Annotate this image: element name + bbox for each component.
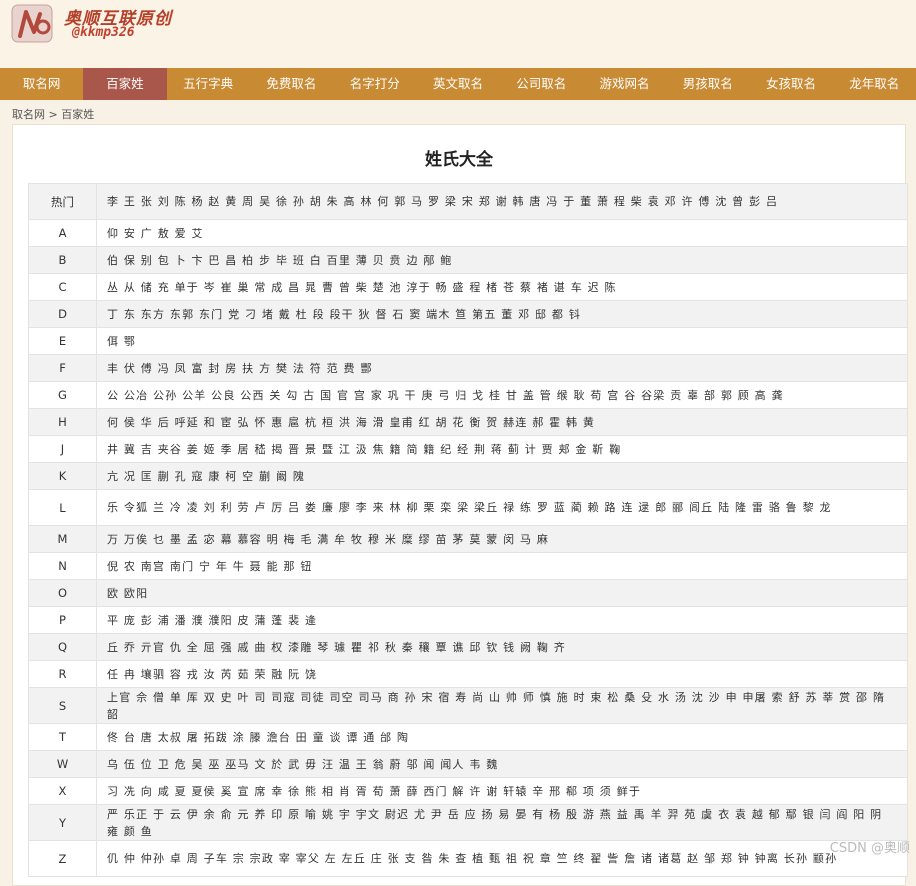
row-letter: J bbox=[28, 435, 97, 463]
table-row: T佟 台 唐 太叔 屠 拓跋 涂 滕 澹台 田 童 谈 谭 通 邰 陶 bbox=[28, 723, 908, 751]
row-letter: Q bbox=[28, 633, 97, 661]
table-row: Z仉 仲 仲孙 卓 周 子车 宗 宗政 宰 宰父 左 左丘 庄 张 支 昝 朱 … bbox=[28, 840, 908, 877]
row-letter: Y bbox=[28, 804, 97, 841]
row-letter: 热门 bbox=[28, 183, 97, 220]
table-row: W乌 伍 位 卫 危 吴 巫 巫马 文 於 武 毋 汪 温 王 翁 蔚 邬 闻 … bbox=[28, 750, 908, 778]
row-letter: H bbox=[28, 408, 97, 436]
table-row: B伯 保 别 包 卜 卞 巴 昌 柏 步 毕 班 白 百里 薄 贝 贲 边 邴 … bbox=[28, 246, 908, 274]
row-surnames[interactable]: 严 乐正 于 云 伊 余 俞 元 养 印 原 喻 姚 宇 宇文 尉迟 尤 尹 岳… bbox=[96, 804, 908, 841]
row-letter: X bbox=[28, 777, 97, 805]
table-row: G公 公冶 公孙 公羊 公良 公西 关 勾 古 国 官 宫 家 巩 干 庚 弓 … bbox=[28, 381, 908, 409]
row-surnames[interactable]: 平 庞 彭 浦 潘 濮 濮阳 皮 蒲 蓬 裴 逄 bbox=[96, 606, 908, 634]
row-surnames[interactable]: 任 冉 壤驷 容 戎 汝 芮 茹 荣 融 阮 饶 bbox=[96, 660, 908, 688]
row-letter: M bbox=[28, 525, 97, 553]
page-title: 姓氏大全 bbox=[425, 150, 493, 170]
table-row: E佴 鄂 bbox=[28, 327, 908, 355]
table-row: H何 侯 华 后 呼延 和 宦 弘 怀 惠 扈 杭 桓 洪 海 滑 皇甫 红 胡… bbox=[28, 408, 908, 436]
row-surnames[interactable]: 丁 东 东方 东郭 东门 党 刁 堵 戴 杜 段 段干 狄 督 石 窦 端木 笪… bbox=[96, 300, 908, 328]
row-surnames[interactable]: 丰 伏 傅 冯 凤 富 封 房 扶 方 樊 法 符 范 费 酆 bbox=[96, 354, 908, 382]
row-letter: Z bbox=[28, 840, 97, 877]
breadcrumb: 取名网 > 百家姓 bbox=[12, 106, 94, 122]
site-header: 奥顺互联原创 @kkmp326 bbox=[0, 0, 916, 68]
table-row: R任 冉 壤驷 容 戎 汝 芮 茹 荣 融 阮 饶 bbox=[28, 660, 908, 688]
row-letter: L bbox=[28, 489, 97, 526]
row-letter: D bbox=[28, 300, 97, 328]
row-letter: A bbox=[28, 219, 97, 247]
row-surnames[interactable]: 丛 从 储 充 单于 岑 崔 巢 常 成 昌 晁 曹 曾 柴 楚 池 淳于 畅 … bbox=[96, 273, 908, 301]
table-row: A仰 安 广 敖 爱 艾 bbox=[28, 219, 908, 247]
row-letter: C bbox=[28, 273, 97, 301]
row-letter: T bbox=[28, 723, 97, 751]
table-row: C丛 从 储 充 单于 岑 崔 巢 常 成 昌 晁 曹 曾 柴 楚 池 淳于 畅… bbox=[28, 273, 908, 301]
row-letter: K bbox=[28, 462, 97, 490]
row-surnames[interactable]: 佟 台 唐 太叔 屠 拓跋 涂 滕 澹台 田 童 谈 谭 通 邰 陶 bbox=[96, 723, 908, 751]
table-row: F丰 伏 傅 冯 凤 富 封 房 扶 方 樊 法 符 范 费 酆 bbox=[28, 354, 908, 382]
row-surnames[interactable]: 公 公冶 公孙 公羊 公良 公西 关 勾 古 国 官 宫 家 巩 干 庚 弓 归… bbox=[96, 381, 908, 409]
row-surnames[interactable]: 丘 乔 亓官 仇 全 屈 强 戚 曲 权 漆雕 琴 璩 瞿 祁 秋 秦 穰 覃 … bbox=[96, 633, 908, 661]
table-row: K亢 况 匡 蒯 孔 寇 康 柯 空 蒯 阚 隗 bbox=[28, 462, 908, 490]
row-letter: W bbox=[28, 750, 97, 778]
table-row: X习 冼 向 咸 夏 夏侯 奚 宣 席 幸 徐 熊 相 肖 胥 荀 萧 薛 西门… bbox=[28, 777, 908, 805]
row-letter: N bbox=[28, 552, 97, 580]
row-surnames[interactable]: 倪 农 南宫 南门 宁 年 牛 聂 能 那 钮 bbox=[96, 552, 908, 580]
table-row: Y严 乐正 于 云 伊 余 俞 元 养 印 原 喻 姚 宇 宇文 尉迟 尤 尹 … bbox=[28, 804, 908, 841]
nav-item-3[interactable]: 免费取名 bbox=[250, 68, 333, 100]
table-row: 热门李 王 张 刘 陈 杨 赵 黄 周 吴 徐 孙 胡 朱 高 林 何 郭 马 … bbox=[28, 183, 908, 220]
table-row: O欧 欧阳 bbox=[28, 579, 908, 607]
row-surnames[interactable]: 亢 况 匡 蒯 孔 寇 康 柯 空 蒯 阚 隗 bbox=[96, 462, 908, 490]
table-row: Q丘 乔 亓官 仇 全 屈 强 戚 曲 权 漆雕 琴 璩 瞿 祁 秋 秦 穰 覃… bbox=[28, 633, 908, 661]
brand-handle: @kkmp326 bbox=[72, 25, 135, 40]
table-row: P平 庞 彭 浦 潘 濮 濮阳 皮 蒲 蓬 裴 逄 bbox=[28, 606, 908, 634]
row-surnames[interactable]: 万 万俟 乜 墨 孟 宓 幕 慕容 明 梅 毛 满 牟 牧 穆 米 糜 缪 苗 … bbox=[96, 525, 908, 553]
surname-table: 热门李 王 张 刘 陈 杨 赵 黄 周 吴 徐 孙 胡 朱 高 林 何 郭 马 … bbox=[28, 183, 908, 877]
row-surnames[interactable]: 李 王 张 刘 陈 杨 赵 黄 周 吴 徐 孙 胡 朱 高 林 何 郭 马 罗 … bbox=[96, 183, 908, 220]
row-letter: G bbox=[28, 381, 97, 409]
breadcrumb-separator: > bbox=[48, 108, 58, 121]
row-surnames[interactable]: 乐 令狐 兰 冷 凌 刘 利 劳 卢 厉 吕 娄 廉 廖 李 来 林 柳 栗 栾… bbox=[96, 489, 908, 526]
row-surnames[interactable]: 欧 欧阳 bbox=[96, 579, 908, 607]
nav-item-7[interactable]: 游戏网名 bbox=[583, 68, 666, 100]
main-nav: 取名网 百家姓 五行字典 免费取名 名字打分 英文取名 公司取名 游戏网名 男孩取名 女孩取名 龙年… bbox=[0, 68, 916, 100]
row-surnames[interactable]: 仉 仲 仲孙 卓 周 子车 宗 宗政 宰 宰父 左 左丘 庄 张 支 昝 朱 查… bbox=[96, 840, 908, 877]
nav-item-6[interactable]: 公司取名 bbox=[500, 68, 583, 100]
nav-item-5[interactable]: 英文取名 bbox=[416, 68, 499, 100]
nav-item-0[interactable]: 取名网 bbox=[0, 68, 83, 100]
table-row: L乐 令狐 兰 冷 凌 刘 利 劳 卢 厉 吕 娄 廉 廖 李 来 林 柳 栗 … bbox=[28, 489, 908, 526]
row-surnames[interactable]: 何 侯 华 后 呼延 和 宦 弘 怀 惠 扈 杭 桓 洪 海 滑 皇甫 红 胡 … bbox=[96, 408, 908, 436]
breadcrumb-home-link[interactable]: 取名网 bbox=[12, 108, 45, 121]
table-row: J井 冀 吉 夹谷 姜 姬 季 居 嵇 揭 晋 景 暨 江 汲 焦 籍 简 籍 … bbox=[28, 435, 908, 463]
logo-icon[interactable] bbox=[10, 2, 60, 44]
row-letter: B bbox=[28, 246, 97, 274]
nav-item-10[interactable]: 龙年取名 bbox=[833, 68, 916, 100]
row-surnames[interactable]: 伯 保 别 包 卜 卞 巴 昌 柏 步 毕 班 白 百里 薄 贝 贲 边 邴 鲍 bbox=[96, 246, 908, 274]
row-letter: O bbox=[28, 579, 97, 607]
row-letter: F bbox=[28, 354, 97, 382]
content-panel: 姓氏大全 热门李 王 张 刘 陈 杨 赵 黄 周 吴 徐 孙 胡 朱 高 林 何… bbox=[12, 124, 908, 886]
row-letter: R bbox=[28, 660, 97, 688]
row-letter: E bbox=[28, 327, 97, 355]
nav-item-4[interactable]: 名字打分 bbox=[333, 68, 416, 100]
row-letter: P bbox=[28, 606, 97, 634]
nav-item-2[interactable]: 五行字典 bbox=[167, 68, 250, 100]
table-row: N倪 农 南宫 南门 宁 年 牛 聂 能 那 钮 bbox=[28, 552, 908, 580]
nav-item-8[interactable]: 男孩取名 bbox=[666, 68, 749, 100]
breadcrumb-current: 百家姓 bbox=[61, 108, 95, 121]
row-surnames[interactable]: 上官 佘 僧 单 厍 双 史 叶 司 司寇 司徒 司空 司马 商 孙 宋 宿 寿… bbox=[96, 687, 908, 724]
nav-item-1[interactable]: 百家姓 bbox=[83, 68, 167, 100]
nav-item-9[interactable]: 女孩取名 bbox=[749, 68, 832, 100]
row-letter: S bbox=[28, 687, 97, 724]
row-surnames[interactable]: 井 冀 吉 夹谷 姜 姬 季 居 嵇 揭 晋 景 暨 江 汲 焦 籍 简 籍 纪… bbox=[96, 435, 908, 463]
row-surnames[interactable]: 习 冼 向 咸 夏 夏侯 奚 宣 席 幸 徐 熊 相 肖 胥 荀 萧 薛 西门 … bbox=[96, 777, 908, 805]
row-surnames[interactable]: 仰 安 广 敖 爱 艾 bbox=[96, 219, 908, 247]
table-row: S 上官 佘 僧 单 厍 双 史 叶 司 司寇 司徒 司空 司马 商 孙 宋 宿 … bbox=[28, 687, 908, 724]
row-surnames[interactable]: 乌 伍 位 卫 危 吴 巫 巫马 文 於 武 毋 汪 温 王 翁 蔚 邬 闻 闻… bbox=[96, 750, 908, 778]
table-row: M万 万俟 乜 墨 孟 宓 幕 慕容 明 梅 毛 满 牟 牧 穆 米 糜 缪 苗… bbox=[28, 525, 908, 553]
row-surnames[interactable]: 佴 鄂 bbox=[96, 327, 908, 355]
watermark-text: CSDN @奥顺 bbox=[829, 841, 910, 856]
table-row: D丁 东 东方 东郭 东门 党 刁 堵 戴 杜 段 段干 狄 督 石 窦 端木 … bbox=[28, 300, 908, 328]
